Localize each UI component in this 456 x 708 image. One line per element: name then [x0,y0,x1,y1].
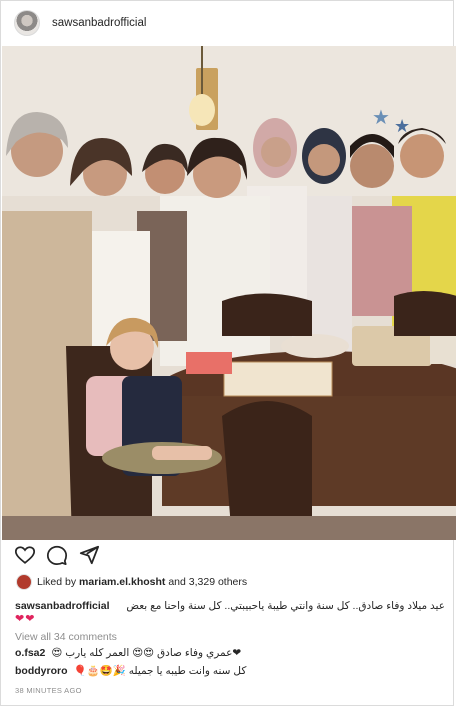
comment-username[interactable]: boddyroro [15,665,68,677]
caption-username[interactable]: sawsanbadrofficial [15,600,110,612]
post-timestamp[interactable]: 38 MINUTES AGO [15,686,82,695]
comment-bubble-icon[interactable] [46,544,68,566]
likes-prefix: Liked by [37,576,77,588]
view-all-comments-link[interactable]: View all 34 comments [15,631,117,643]
comment-item: boddyroro كل سنه وانت طيبه يا جميله 🎉🤩🎂🎈 [15,664,445,677]
post-actions [1,544,453,570]
profile-avatar[interactable] [14,10,40,36]
caption-emoji: ❤❤ [15,613,36,625]
post-username[interactable]: sawsanbadrofficial [52,17,146,29]
comment-text: ❤عمري وفاء صادق 😍😍 العمر كله يارب 😍 [51,647,242,659]
heart-icon[interactable] [14,544,36,566]
instagram-post: sawsanbadrofficial ★ ★ Liked by mariam.e… [0,0,456,706]
post-header: sawsanbadrofficial [1,1,453,45]
liker-username[interactable]: mariam.el.khosht [79,576,165,588]
liker-avatar[interactable] [16,574,32,590]
likes-summary: Liked by mariam.el.khosht and 3,329 othe… [16,574,247,590]
group-photo-image: ★ ★ [2,46,456,540]
comment-item: o.fsa2 ❤عمري وفاء صادق 😍😍 العمر كله يارب … [15,647,445,659]
svg-text:★: ★ [372,107,390,129]
post-photo[interactable]: ★ ★ [2,46,456,540]
likes-others[interactable]: and 3,329 others [168,576,247,588]
caption-text: عيد ميلاد وفاء صادق.. كل سنة وانتي طيبة … [126,600,445,612]
comment-username[interactable]: o.fsa2 [15,647,45,659]
paper-plane-icon[interactable] [78,544,100,566]
comment-text: كل سنه وانت طيبه يا جميله 🎉🤩🎂🎈 [73,665,247,677]
post-caption: sawsanbadrofficial عيد ميلاد وفاء صادق..… [15,600,445,625]
